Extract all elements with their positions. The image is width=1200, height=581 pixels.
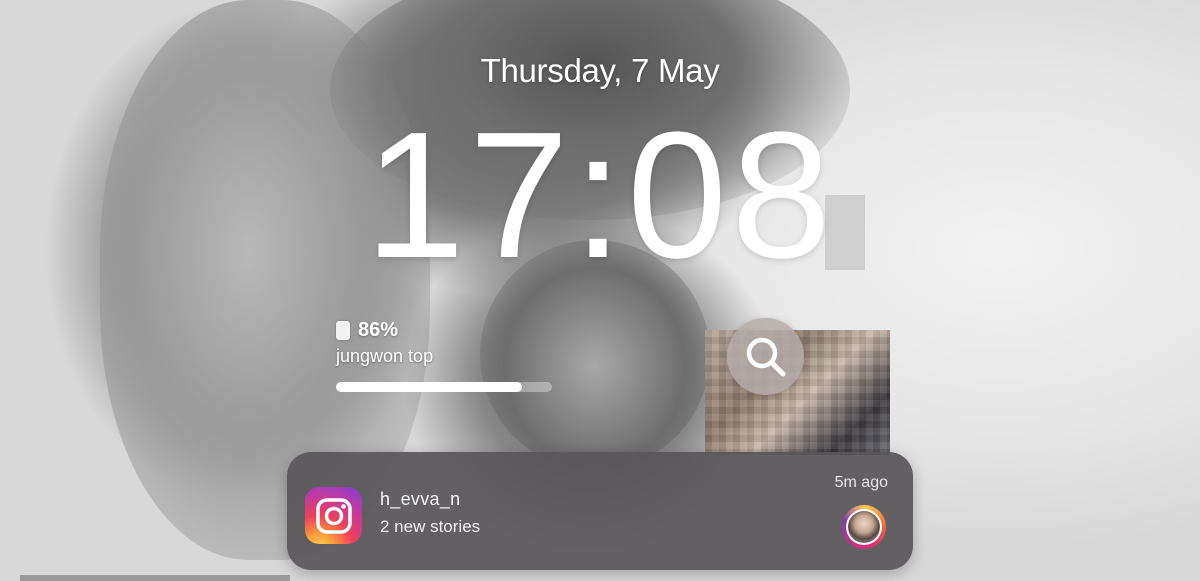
notification-message: 2 new stories [380, 517, 481, 536]
battery-icon [336, 320, 350, 340]
wallpaper-bottom-strip [20, 575, 290, 581]
avatar-photo [848, 511, 880, 543]
lockscreen-date: Thursday, 7 May [480, 52, 720, 89]
search-icon [746, 337, 785, 376]
lockscreen-clock: 17:08 [364, 95, 836, 296]
battery-device-name: jungwon top [336, 346, 434, 366]
notification-sender: h_evva_n [380, 489, 461, 509]
battery-widget[interactable]: 86% jungwon top [336, 318, 552, 398]
battery-level-fill [336, 382, 522, 392]
instagram-notification[interactable]: h_evva_n 2 new stories 5m ago [287, 452, 913, 570]
battery-level-bar [336, 382, 552, 392]
profile-avatar [842, 505, 886, 549]
battery-row: 86% [336, 318, 552, 342]
battery-percent: 86% [358, 318, 399, 341]
notification-timestamp: 5m ago [834, 474, 888, 491]
instagram-icon [305, 487, 362, 544]
search-button[interactable] [727, 318, 804, 395]
avatar-ring-inner [846, 509, 882, 545]
